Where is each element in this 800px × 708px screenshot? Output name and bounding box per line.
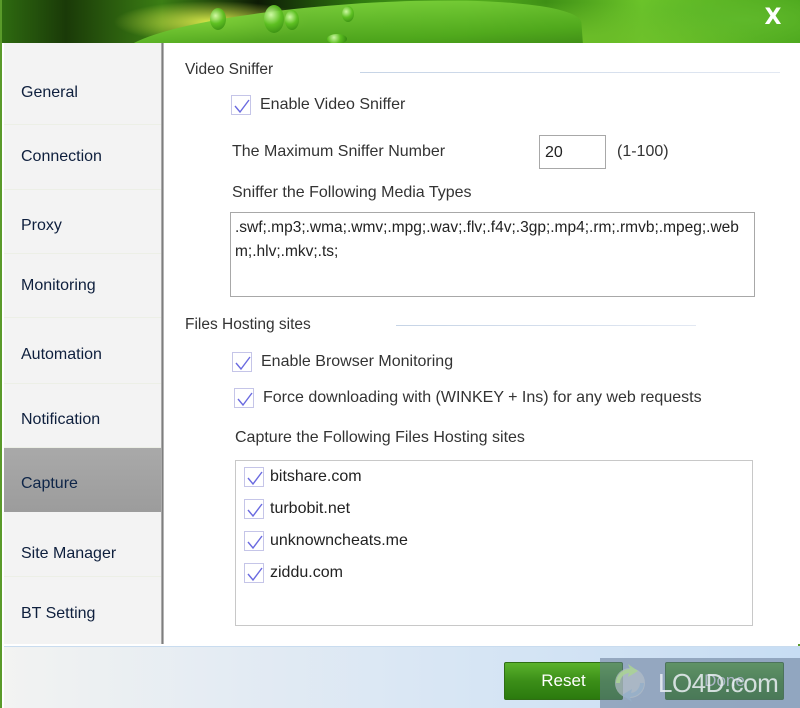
checkmark-icon (247, 567, 263, 582)
watermark: LO4D.com (600, 658, 800, 708)
sidebar-item-label: Automation (21, 345, 102, 363)
close-button[interactable]: X (756, 2, 790, 32)
section-divider (360, 72, 780, 73)
checkbox[interactable] (231, 95, 251, 115)
max-sniffer-number-input[interactable]: 20 (539, 135, 606, 169)
sidebar-item-notification[interactable]: Notification (4, 384, 161, 448)
enable-video-sniffer-checkbox[interactable]: Enable Video Sniffer (231, 95, 405, 115)
site-name: unknowncheats.me (270, 532, 408, 549)
site-item-turbobit[interactable]: turbobit.net (244, 499, 350, 519)
sidebar-item-general[interactable]: General (4, 43, 161, 125)
capture-settings-panel: Video Sniffer Enable Video Sniffer The M… (164, 43, 800, 644)
checkbox-label: Force downloading with (WINKEY + Ins) fo… (263, 389, 702, 406)
site-item-ziddu[interactable]: ziddu.com (244, 563, 343, 583)
sidebar-item-label: Notification (21, 410, 101, 428)
checkbox[interactable] (232, 352, 252, 372)
sidebar-item-label: Monitoring (21, 276, 96, 294)
checkbox-label: Enable Video Sniffer (260, 96, 406, 113)
force-download-checkbox[interactable]: Force downloading with (WINKEY + Ins) fo… (234, 388, 702, 408)
checkbox[interactable] (244, 467, 264, 487)
max-sniffer-number-label: The Maximum Sniffer Number (232, 143, 446, 160)
water-drop (327, 34, 347, 43)
checkbox-label: Enable Browser Monitoring (261, 353, 454, 370)
site-name: bitshare.com (270, 468, 362, 485)
header-banner: X (2, 0, 800, 43)
checkmark-icon (235, 356, 251, 371)
checkmark-icon (247, 471, 263, 486)
hosting-sites-list[interactable]: bitshare.com turbobit.net unknowncheats.… (235, 460, 753, 626)
site-name: ziddu.com (270, 564, 343, 581)
sidebar-item-site-manager[interactable]: Site Manager (4, 512, 161, 577)
media-types-label: Sniffer the Following Media Types (232, 184, 472, 201)
leaf-image (120, 0, 584, 43)
checkbox[interactable] (234, 388, 254, 408)
checkmark-icon (237, 392, 253, 407)
checkbox[interactable] (244, 531, 264, 551)
water-drop (264, 5, 284, 33)
capture-sites-label: Capture the Following Files Hosting site… (235, 429, 525, 446)
section-title-files-hosting: Files Hosting sites (185, 316, 311, 333)
sidebar-item-monitoring[interactable]: Monitoring (4, 254, 161, 318)
sidebar-item-bt-setting[interactable]: BT Setting (4, 577, 161, 644)
close-icon: X (764, 4, 782, 30)
sidebar-item-connection[interactable]: Connection (4, 125, 161, 190)
section-title-video-sniffer: Video Sniffer (185, 61, 274, 78)
enable-browser-monitoring-checkbox[interactable]: Enable Browser Monitoring (232, 352, 453, 372)
sidebar-item-label: Connection (21, 148, 102, 165)
sidebar-item-capture[interactable]: Capture (4, 448, 161, 512)
checkmark-icon (247, 503, 263, 518)
checkmark-icon (247, 535, 263, 550)
sidebar-item-label: Capture (21, 475, 78, 492)
media-types-textarea[interactable]: .swf;.mp3;.wma;.wmv;.mpg;.wav;.flv;.f4v;… (230, 212, 755, 297)
section-divider (396, 325, 696, 326)
max-sniffer-range-label: (1-100) (617, 143, 669, 160)
watermark-text: LO4D.com (658, 667, 779, 698)
watermark-logo-icon (615, 664, 645, 702)
settings-window: X General Connection Proxy Monitoring Au… (0, 0, 800, 708)
sidebar-item-label: General (21, 83, 78, 101)
sidebar-item-proxy[interactable]: Proxy (4, 190, 161, 254)
water-drop (342, 6, 354, 22)
water-drop (210, 8, 226, 30)
sidebar-item-label: BT Setting (21, 604, 96, 622)
checkmark-icon (234, 99, 250, 114)
checkbox[interactable] (244, 499, 264, 519)
sidebar-item-automation[interactable]: Automation (4, 318, 161, 384)
sidebar: General Connection Proxy Monitoring Auto… (4, 43, 161, 644)
site-name: turbobit.net (270, 500, 351, 517)
site-item-bitshare[interactable]: bitshare.com (244, 467, 362, 487)
sidebar-item-label: Proxy (21, 216, 62, 234)
water-drop (285, 10, 299, 30)
checkbox[interactable] (244, 563, 264, 583)
sidebar-item-label: Site Manager (21, 545, 117, 562)
site-item-unknowncheats[interactable]: unknowncheats.me (244, 531, 408, 551)
